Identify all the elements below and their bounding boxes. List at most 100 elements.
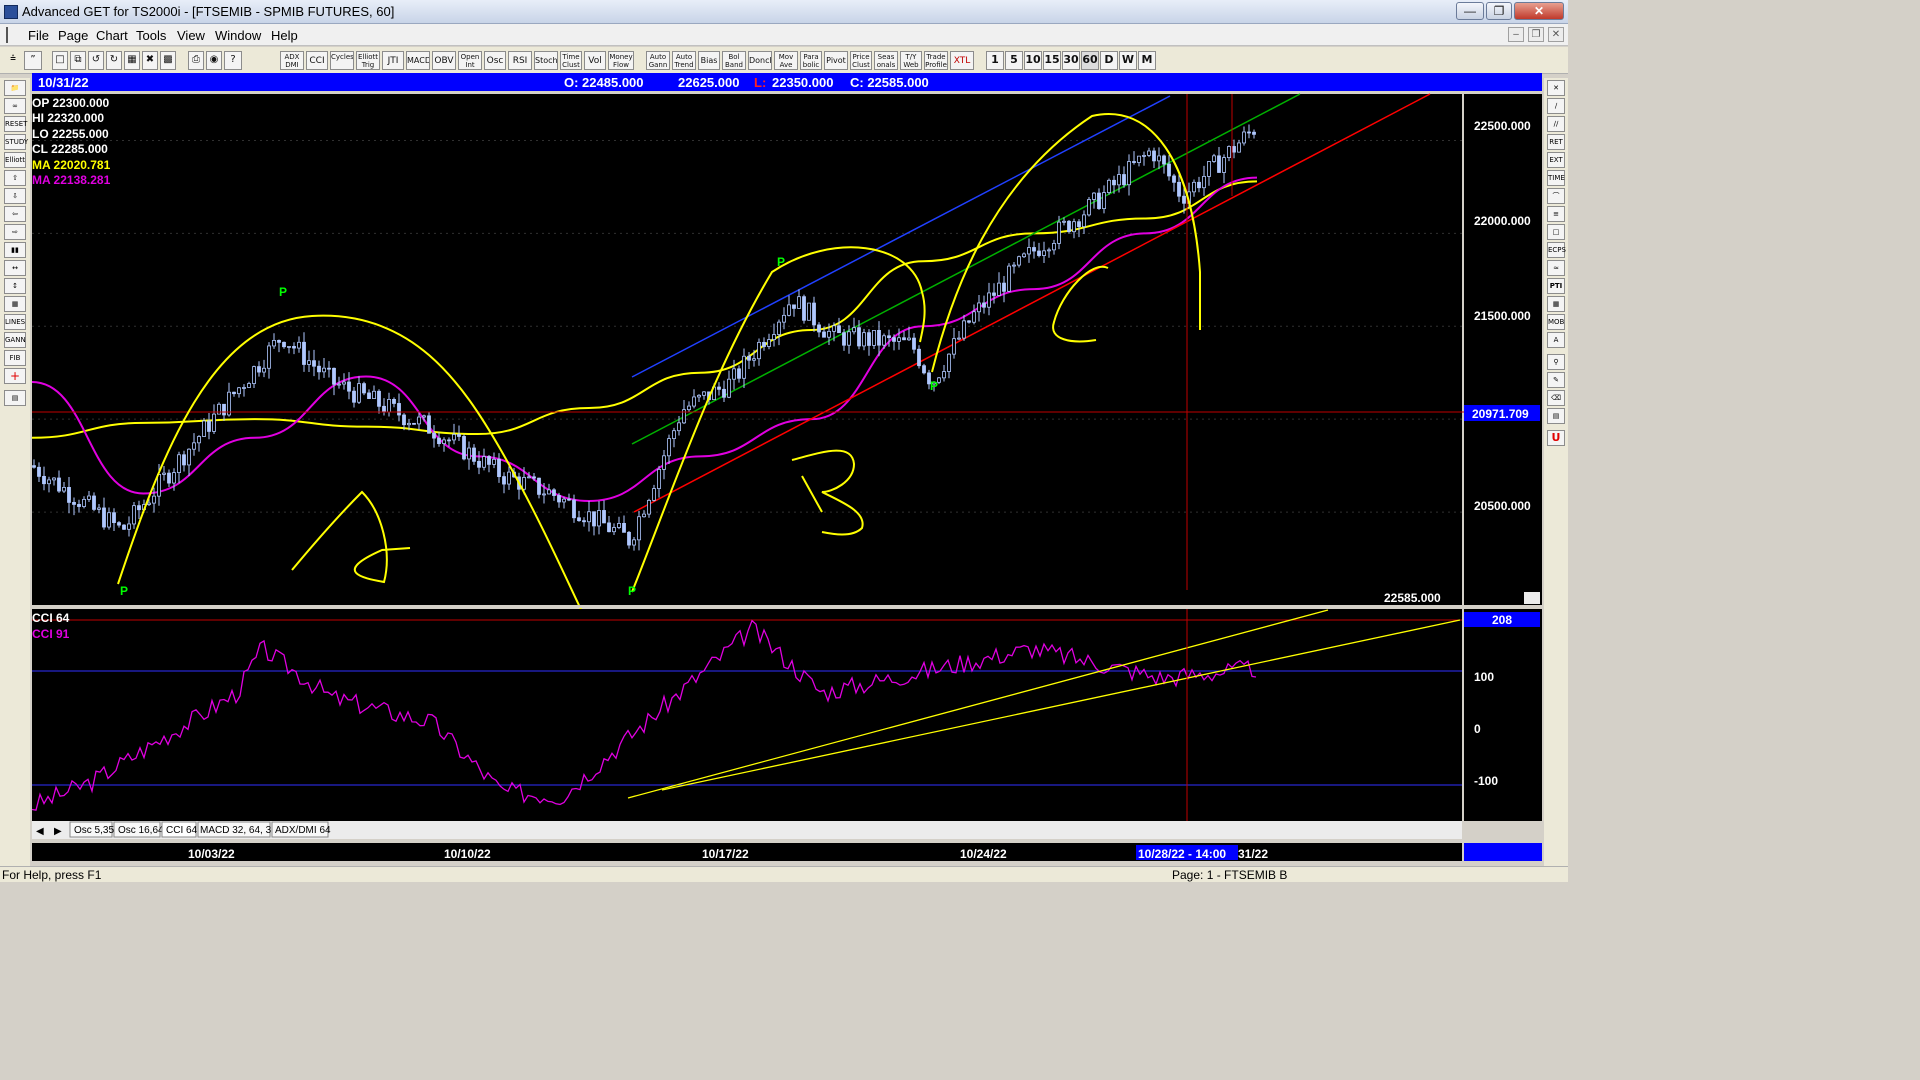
- menu-tools[interactable]: Tools: [136, 28, 166, 43]
- maximize-button[interactable]: ❐: [1486, 2, 1512, 20]
- reset-icon[interactable]: RESET: [4, 116, 27, 132]
- menu-file[interactable]: File: [28, 28, 49, 43]
- fib-ext-icon[interactable]: EXT: [1547, 152, 1565, 168]
- fib-time-icon[interactable]: TIME: [1547, 170, 1565, 186]
- quote-icon[interactable]: ”: [24, 51, 42, 70]
- study-mov-ave[interactable]: Mov Ave: [774, 51, 798, 70]
- menu-page[interactable]: Page: [58, 28, 88, 43]
- study-adx-dmi[interactable]: ADX DMI: [280, 51, 304, 70]
- zoom-icon[interactable]: ⚲: [1547, 354, 1565, 370]
- menu-window[interactable]: Window: [215, 28, 261, 43]
- arrow-left-icon[interactable]: ⇦: [4, 206, 26, 222]
- timeframe-m[interactable]: M: [1138, 51, 1156, 70]
- copy-icon[interactable]: ⧉: [70, 51, 86, 70]
- grid-icon[interactable]: ▦: [124, 51, 140, 70]
- study-vol[interactable]: Vol: [584, 51, 606, 70]
- study-pivot[interactable]: Pivot: [824, 51, 848, 70]
- eraser-icon[interactable]: ⌫: [1547, 390, 1565, 406]
- tab-scroll-right-icon[interactable]: ▶: [54, 826, 62, 837]
- timeframe-15[interactable]: 15: [1043, 51, 1061, 70]
- study-ty-web[interactable]: T/Y Web: [900, 51, 922, 70]
- study-parabolic[interactable]: Para bolic: [800, 51, 822, 70]
- page-icon[interactable]: ▤: [4, 390, 26, 406]
- menu-view[interactable]: View: [177, 28, 205, 43]
- paint-icon[interactable]: ✎: [1547, 372, 1565, 388]
- study-bias[interactable]: Bias: [698, 51, 720, 70]
- ecps-icon[interactable]: ECPS: [1547, 242, 1566, 258]
- forward-icon[interactable]: ↻: [106, 51, 122, 70]
- new-file-icon[interactable]: □: [52, 51, 68, 70]
- timeframe-10[interactable]: 10: [1024, 51, 1042, 70]
- mob-icon[interactable]: MOB: [1547, 314, 1565, 330]
- channel-tool-icon[interactable]: ∕∕: [1547, 116, 1565, 132]
- grid-tool-icon[interactable]: ▦: [1547, 296, 1565, 312]
- study-macd[interactable]: MACD: [406, 51, 430, 70]
- study-obv[interactable]: OBV: [432, 51, 456, 70]
- arc-tool-icon[interactable]: ⌒: [1547, 188, 1565, 204]
- bulb-icon[interactable]: ◉: [206, 51, 222, 70]
- study-seasonals[interactable]: Seas onals: [874, 51, 898, 70]
- resize-handle[interactable]: [1524, 592, 1540, 604]
- fan-tool-icon[interactable]: ≡: [1547, 206, 1565, 222]
- tab-scroll-left-icon[interactable]: ◀: [36, 826, 44, 837]
- help-pointer-icon[interactable]: ?: [224, 51, 242, 70]
- cci-panel[interactable]: [32, 609, 1462, 821]
- timeframe-30[interactable]: 30: [1062, 51, 1080, 70]
- undo-icon[interactable]: U: [1547, 430, 1565, 446]
- layout-icon[interactable]: ▩: [160, 51, 176, 70]
- study-osc[interactable]: Osc: [484, 51, 506, 70]
- bars-icon[interactable]: ▮▮: [4, 242, 26, 258]
- study-auto-trend[interactable]: Auto Trend: [672, 51, 696, 70]
- cross-tool-icon[interactable]: ✕: [1547, 80, 1565, 96]
- timeframe-w[interactable]: W: [1119, 51, 1137, 70]
- study-icon[interactable]: STUDY: [4, 134, 28, 150]
- elliott-icon[interactable]: Elliott: [4, 152, 26, 168]
- mdi-minimize-button[interactable]: –: [1508, 27, 1524, 42]
- list-icon[interactable]: ▤: [1547, 408, 1565, 424]
- gann-icon[interactable]: GANN: [4, 332, 26, 348]
- mdi-close-button[interactable]: ✕: [1548, 27, 1564, 42]
- fib-ret-icon[interactable]: RET: [1547, 134, 1565, 150]
- crosshair-icon[interactable]: +: [4, 368, 26, 384]
- study-cci[interactable]: CCI: [306, 51, 328, 70]
- zoom-v-icon[interactable]: ↕: [4, 278, 26, 294]
- study-bol-band[interactable]: Bol Band: [722, 51, 746, 70]
- back-icon[interactable]: ↺: [88, 51, 104, 70]
- cross-icon[interactable]: ✖: [142, 51, 158, 70]
- study-jti[interactable]: JTI: [382, 51, 404, 70]
- menu-chart[interactable]: Chart: [96, 28, 128, 43]
- study-trade-profile[interactable]: Trade Profile: [924, 51, 948, 70]
- ellipse-tool-icon[interactable]: ∞: [4, 98, 26, 114]
- fib-icon[interactable]: FIB: [4, 350, 26, 366]
- minimize-button[interactable]: —: [1456, 2, 1484, 20]
- lines-icon[interactable]: LINES: [4, 314, 26, 330]
- mdi-restore-button[interactable]: ❐: [1528, 27, 1544, 42]
- study-open-int[interactable]: Open Int: [458, 51, 482, 70]
- text-tool-icon[interactable]: A: [1547, 332, 1565, 348]
- box-tool-icon[interactable]: □: [1547, 224, 1565, 240]
- study-time-clust[interactable]: Time Clust: [560, 51, 582, 70]
- arrow-up-icon[interactable]: ⇧: [4, 170, 26, 186]
- timeframe-60[interactable]: 60: [1081, 51, 1099, 70]
- timeframe-5[interactable]: 5: [1005, 51, 1023, 70]
- line-tool-icon[interactable]: ∕: [1547, 98, 1565, 114]
- study-rsi[interactable]: RSI: [508, 51, 532, 70]
- price-panel[interactable]: [32, 94, 1462, 605]
- panel-divider[interactable]: [32, 605, 1542, 608]
- pti-icon[interactable]: PTI: [1547, 278, 1565, 294]
- arrow-down-icon[interactable]: ⇩: [4, 188, 26, 204]
- print-icon[interactable]: ⎙: [188, 51, 204, 70]
- zoom-h-icon[interactable]: ↔: [4, 260, 26, 276]
- study-price-clust[interactable]: Price Clust: [850, 51, 872, 70]
- study-cycles[interactable]: Cycles: [330, 51, 354, 70]
- study-stoch[interactable]: Stoch: [534, 51, 558, 70]
- pattern-tool-icon[interactable]: ≈: [1547, 260, 1565, 276]
- timeframe-d[interactable]: D: [1100, 51, 1118, 70]
- study-elliott-trig[interactable]: Elliott Trig: [356, 51, 380, 70]
- study-xtl[interactable]: XTL: [950, 51, 974, 70]
- table-icon[interactable]: ▦: [4, 296, 26, 312]
- arrow-right-icon[interactable]: ⇨: [4, 224, 26, 240]
- close-button[interactable]: ✕: [1514, 2, 1564, 20]
- folder-icon[interactable]: 📁: [4, 80, 26, 96]
- study-auto-gann[interactable]: Auto Gann: [646, 51, 670, 70]
